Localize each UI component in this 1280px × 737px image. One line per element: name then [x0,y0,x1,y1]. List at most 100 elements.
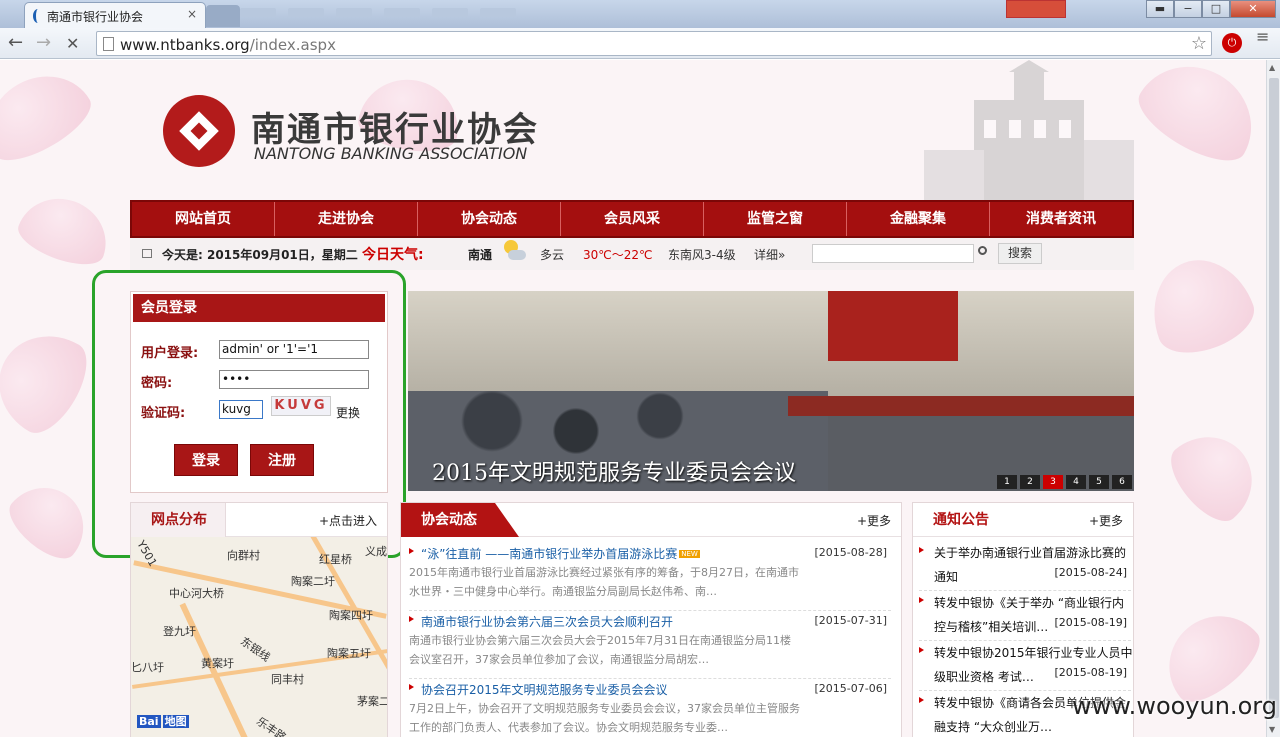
minimize-button[interactable]: − [1174,0,1202,18]
nav-regulation[interactable]: 监管之窗 [704,202,847,236]
nav-home[interactable]: 网站首页 [132,202,275,236]
nav-about[interactable]: 走进协会 [275,202,418,236]
main-navigation: 网站首页 走进协会 协会动态 会员风采 监管之窗 金融聚集 消费者资讯 [130,200,1134,238]
site-header: 南通市银行业协会 NANTONG BANKING ASSOCIATION [130,60,1134,200]
news-title-link[interactable]: 协会召开2015年文明规范服务专业委员会会议 [421,681,668,698]
page-scrollbar[interactable]: ▲ ▼ [1266,60,1280,737]
menu-icon[interactable]: ≡ [1256,29,1272,45]
notice-panel-header: 通知公告 +更多 [913,503,1133,537]
window-controls: ▬ − □ ✕ [1006,0,1276,20]
weather-condition: 多云 [540,248,565,262]
close-window-button[interactable]: ✕ [1230,0,1276,18]
map-label: 陶案五圩 [327,647,371,660]
nav-news[interactable]: 协会动态 [418,202,561,236]
map-label: 中心河大桥 [169,587,224,600]
loading-icon [33,9,43,23]
notice-item: 转发中银协2015年银行业专业人员中级职业资格 考试… [2015-08-19] [919,641,1133,691]
notice-date: [2015-08-19] [1050,666,1127,679]
slide-dot[interactable]: 5 [1089,475,1109,489]
extension-icon[interactable]: ⏻ [1222,33,1242,53]
url-text: www.ntbanks.org/index.aspx [120,36,336,54]
scroll-down-icon[interactable]: ▼ [1269,725,1275,734]
bookmark-star-icon[interactable]: ☆ [1191,33,1207,54]
bullet-arrow-icon [409,616,414,622]
bullet-arrow-icon [409,548,414,554]
slide-dot-active[interactable]: 3 [1043,475,1063,489]
weather-detail-link[interactable]: 详细» [754,246,785,263]
map-label: 茅案二 [357,695,388,708]
scroll-thumb[interactable] [1269,78,1279,718]
branch-map[interactable]: 向群村 红星桥 义成 陶案二圩 中心河大桥 陶案四圩 登九圩 东银线 陶案五圩 … [131,537,388,737]
browser-tab-bar: 南通市银行业协会 × ▬ − □ ✕ [0,0,1280,28]
new-badge: NEW [679,550,700,558]
scroll-up-icon[interactable]: ▲ [1269,63,1275,72]
forward-icon[interactable]: → [36,32,51,53]
petal-decoration [0,316,100,444]
slide-caption: 2015年文明规范服务专业委员会会议 [432,461,796,486]
user-icon[interactable]: ▬ [1146,0,1174,18]
association-logo[interactable] [163,95,235,167]
notice-title-link[interactable]: 转发中银协2015年银行业专业人员中级职业资格 考试… [934,641,1133,689]
slide-dot[interactable]: 1 [997,475,1017,489]
building-illustration [924,60,1134,200]
news-summary: 7月2日上午，协会召开了文明规范服务专业委员会会议，37家会员单位主管服务工作的… [409,702,800,734]
page-icon [103,37,114,51]
news-item: 南通市银行业协会第六届三次会员大会顺利召开 [2015-07-31] 南通市银行… [409,611,891,679]
slide-pager: 1 2 3 4 5 6 [994,475,1132,489]
slide-dot[interactable]: 4 [1066,475,1086,489]
search-button[interactable]: 搜索 [998,243,1042,264]
news-more-link[interactable]: +更多 [857,512,891,529]
slide-photo-table [788,396,1134,416]
address-bar[interactable]: www.ntbanks.org/index.aspx ☆ [96,31,1212,56]
notice-title-link[interactable]: 关于举办南通银行业首届游泳比赛的通知 [934,541,1133,589]
news-slideshow[interactable]: 2015年文明规范服务专业委员会会议 1 2 3 4 5 6 [408,291,1134,491]
new-tab-button[interactable] [206,5,240,27]
browser-tab[interactable]: 南通市银行业协会 × [24,2,206,28]
news-title-link[interactable]: 南通市银行业协会第六届三次会员大会顺利召开 [421,613,673,630]
slide-dot[interactable]: 2 [1020,475,1040,489]
map-label: 东银线 [237,634,273,665]
slide-photo-banner [828,291,958,361]
watermark: www.wooyun.org [1072,692,1277,720]
map-label: 陶案二圩 [291,575,335,588]
nav-members[interactable]: 会员风采 [561,202,704,236]
notice-date: [2015-08-19] [1050,616,1127,629]
map-panel-title: 网点分布 [131,503,226,537]
site-subtitle: NANTONG BANKING ASSOCIATION [254,144,528,163]
news-title-link[interactable]: “泳”往直前 ——南通市银行业举办首届游泳比赛 NEW [421,545,700,562]
weather-city: 南通 [468,248,493,262]
weather-temperature: 30℃～22℃ [583,248,653,262]
notice-title-link[interactable]: 转发中银协《关于举办 “商业银行内控与稽核”相关培训… [934,591,1133,639]
map-label: 向群村 [227,549,260,562]
nav-consumer[interactable]: 消费者资讯 [990,202,1132,236]
notice-date: [2015-08-24] [1050,566,1127,579]
tab-close-icon[interactable]: × [187,7,197,21]
map-label: 陶案四圩 [329,609,373,622]
notice-item: 关于举办南通银行业首届游泳比赛的通知 [2015-08-24] [919,541,1131,591]
notice-item: 转发中银协《关于举办 “商业银行内控与稽核”相关培训… [2015-08-19] [919,591,1131,641]
map-label: 红星桥 [319,553,352,566]
slide-photo-wall [408,291,1134,401]
map-panel-header: 网点分布 +点击进入 [131,503,387,537]
petal-decoration [12,186,118,274]
news-item: “泳”往直前 ——南通市银行业举办首届游泳比赛 NEW [2015-08-28] … [409,543,891,611]
notice-more-link[interactable]: +更多 [1089,512,1123,529]
map-label: 匕八圩 [131,661,164,674]
stop-loading-icon[interactable]: ✕ [66,34,79,53]
maximize-button[interactable]: □ [1202,0,1230,18]
slide-dot[interactable]: 6 [1112,475,1132,489]
search-icon [978,246,987,255]
nav-finance[interactable]: 金融聚集 [847,202,990,236]
news-summary: 2015年南通市银行业首届游泳比赛经过紧张有序的筹备，于8月27日，在南通市水世… [409,566,799,598]
news-date: [2015-07-06] [814,682,887,695]
news-date: [2015-08-28] [814,546,887,559]
site-search-input[interactable] [812,244,974,263]
map-label: 黄案圩 [201,657,234,670]
news-summary: 南通市银行业协会第六届三次会员大会于2015年7月31日在南通银监分局11楼会议… [409,634,791,666]
blurred-bookmarks [240,6,590,20]
back-icon[interactable]: ← [8,32,23,53]
weather-label: 今日天气: [362,247,424,263]
petal-decoration [0,60,101,173]
map-enter-link[interactable]: +点击进入 [319,512,377,529]
blurred-extension-button[interactable] [1006,0,1066,18]
